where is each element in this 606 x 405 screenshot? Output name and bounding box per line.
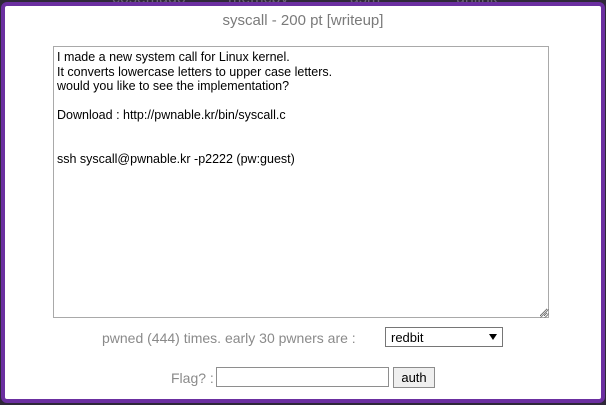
resize-grip-icon[interactable] xyxy=(540,309,549,318)
challenge-title: syscall - 200 pt [writeup] xyxy=(222,12,384,29)
flag-label: Flag? : xyxy=(171,370,214,386)
flag-row: Flag? : auth xyxy=(5,366,601,388)
early-pwners-select[interactable]: redbit xyxy=(385,327,503,347)
auth-button[interactable]: auth xyxy=(393,367,435,388)
pwned-count-text: pwned (444) times. early 30 pwners are : xyxy=(102,330,356,346)
dropdown-arrow-icon xyxy=(489,334,497,340)
flag-input[interactable] xyxy=(216,367,389,387)
pwned-row: pwned (444) times. early 30 pwners are :… xyxy=(5,327,601,349)
challenge-description[interactable]: I made a new system call for Linux kerne… xyxy=(53,46,549,318)
challenge-modal: syscall - 200 pt [writeup] I made a new … xyxy=(1,2,605,403)
early-pwners-selected-value: redbit xyxy=(391,330,424,345)
